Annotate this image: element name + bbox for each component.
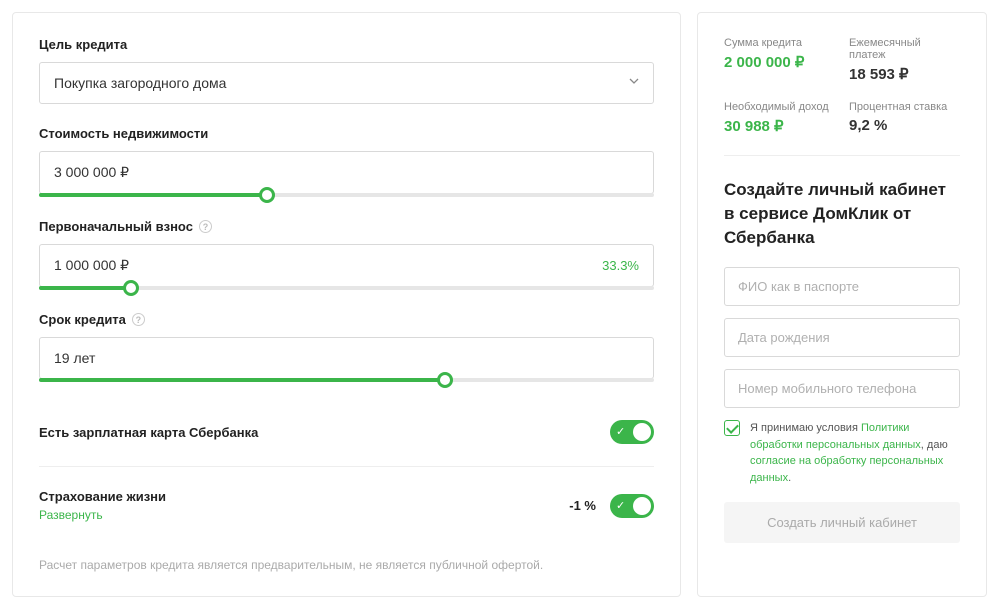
term-input[interactable]: 19 лет xyxy=(39,337,654,379)
consent-link[interactable]: согласие на обработку персональных данны… xyxy=(750,455,943,484)
required-income-value: 30 988 ₽ xyxy=(724,117,835,135)
downpayment-value: 1 000 000 ₽ xyxy=(54,257,129,274)
dob-input[interactable] xyxy=(724,318,960,357)
insurance-label: Страхование жизни xyxy=(39,489,166,504)
cost-value: 3 000 000 ₽ xyxy=(54,164,129,181)
insurance-expand-link[interactable]: Развернуть xyxy=(39,508,166,522)
loan-amount-value: 2 000 000 ₽ xyxy=(724,53,835,71)
term-slider[interactable] xyxy=(39,378,654,382)
salary-card-label: Есть зарплатная карта Сбербанка xyxy=(39,425,258,440)
loan-amount-label: Сумма кредита xyxy=(724,37,835,49)
interest-rate-label: Процентная ставка xyxy=(849,101,960,113)
disclaimer-text: Расчет параметров кредита является предв… xyxy=(39,558,654,572)
purpose-value: Покупка загородного дома xyxy=(54,75,226,91)
interest-rate-value: 9,2 % xyxy=(849,117,960,134)
info-icon[interactable]: ? xyxy=(199,220,212,233)
purpose-select[interactable]: Покупка загородного дома xyxy=(39,62,654,104)
downpayment-label: Первоначальный взнос xyxy=(39,219,193,234)
cost-slider[interactable] xyxy=(39,193,654,197)
term-label: Срок кредита xyxy=(39,312,126,327)
check-icon: ✓ xyxy=(616,425,625,438)
purpose-label: Цель кредита xyxy=(39,37,654,52)
slider-thumb[interactable] xyxy=(123,280,139,296)
consent-checkbox[interactable] xyxy=(724,420,740,436)
insurance-toggle[interactable]: ✓ xyxy=(610,494,654,518)
salary-card-toggle[interactable]: ✓ xyxy=(610,420,654,444)
fullname-input[interactable] xyxy=(724,267,960,306)
slider-thumb[interactable] xyxy=(437,372,453,388)
cost-input[interactable]: 3 000 000 ₽ xyxy=(39,151,654,194)
calculator-panel: Цель кредита Покупка загородного дома Ст… xyxy=(12,12,681,597)
info-icon[interactable]: ? xyxy=(132,313,145,326)
summary-panel: Сумма кредита 2 000 000 ₽ Ежемесячный пл… xyxy=(697,12,987,597)
term-value: 19 лет xyxy=(54,350,95,366)
insurance-discount: -1 % xyxy=(569,498,596,513)
required-income-label: Необходимый доход xyxy=(724,101,835,113)
phone-input[interactable] xyxy=(724,369,960,408)
chevron-down-icon xyxy=(629,78,639,88)
cta-title: Создайте личный кабинет в сервисе ДомКли… xyxy=(724,178,960,249)
divider xyxy=(724,155,960,156)
consent-text: Я принимаю условия Политики обработки пе… xyxy=(750,420,960,486)
downpayment-slider[interactable] xyxy=(39,286,654,290)
downpayment-percent: 33.3% xyxy=(602,258,639,273)
monthly-payment-label: Ежемесячный платеж xyxy=(849,37,960,61)
check-icon: ✓ xyxy=(616,499,625,512)
cost-label: Стоимость недвижимости xyxy=(39,126,654,141)
create-account-button[interactable]: Создать личный кабинет xyxy=(724,502,960,543)
monthly-payment-value: 18 593 ₽ xyxy=(849,65,960,83)
slider-thumb[interactable] xyxy=(259,187,275,203)
